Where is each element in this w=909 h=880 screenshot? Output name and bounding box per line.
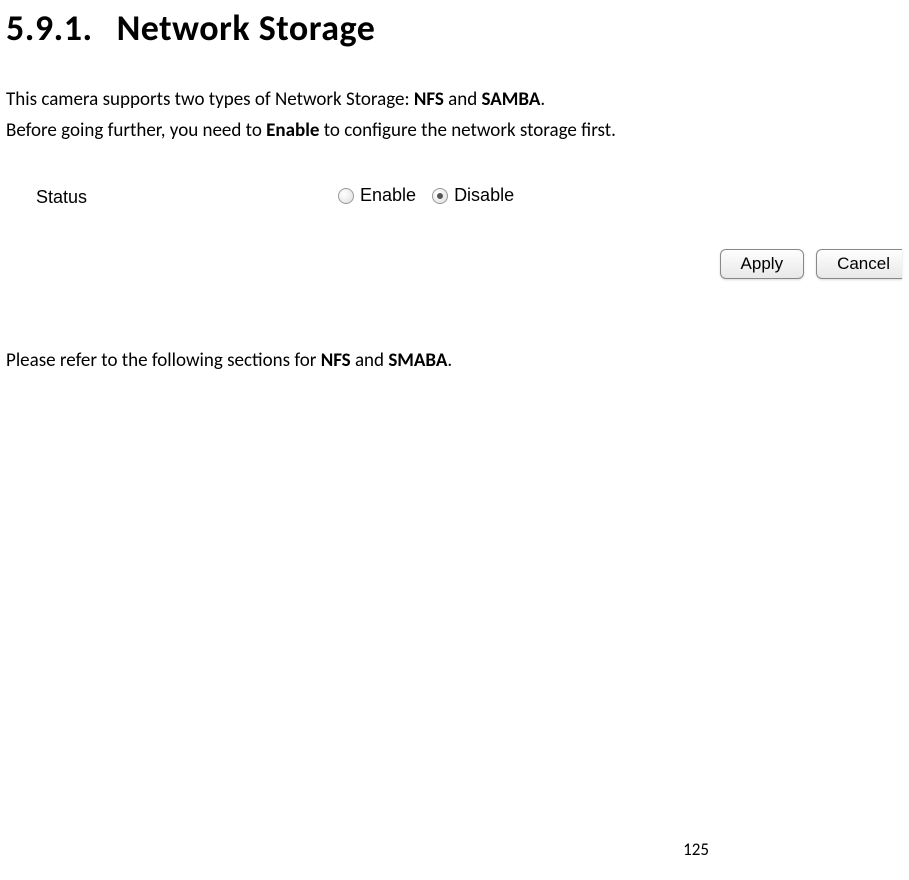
radio-disable-label: Disable [454,185,514,206]
intro-line-1: This camera supports two types of Networ… [6,86,909,115]
radio-disable[interactable] [432,188,448,204]
status-panel: Status Enable Disable Apply Cancel [22,179,902,299]
section-heading: 5.9.1. Network Storage [0,0,909,50]
radio-enable-label: Enable [360,185,416,206]
apply-button[interactable]: Apply [720,249,805,279]
heading-title: Network Storage [117,6,376,50]
status-label: Status [36,187,87,208]
intro-line-2: Before going further, you need to Enable… [6,117,909,146]
refer-paragraph: Please refer to the following sections f… [0,299,909,372]
button-row: Apply Cancel [720,249,902,279]
cancel-button[interactable]: Cancel [816,249,902,279]
intro-paragraph: This camera supports two types of Networ… [0,50,909,145]
heading-number: 5.9.1. [6,6,93,50]
status-radio-group: Enable Disable [338,185,526,206]
radio-enable[interactable] [338,188,354,204]
page-number: 125 [683,839,709,860]
